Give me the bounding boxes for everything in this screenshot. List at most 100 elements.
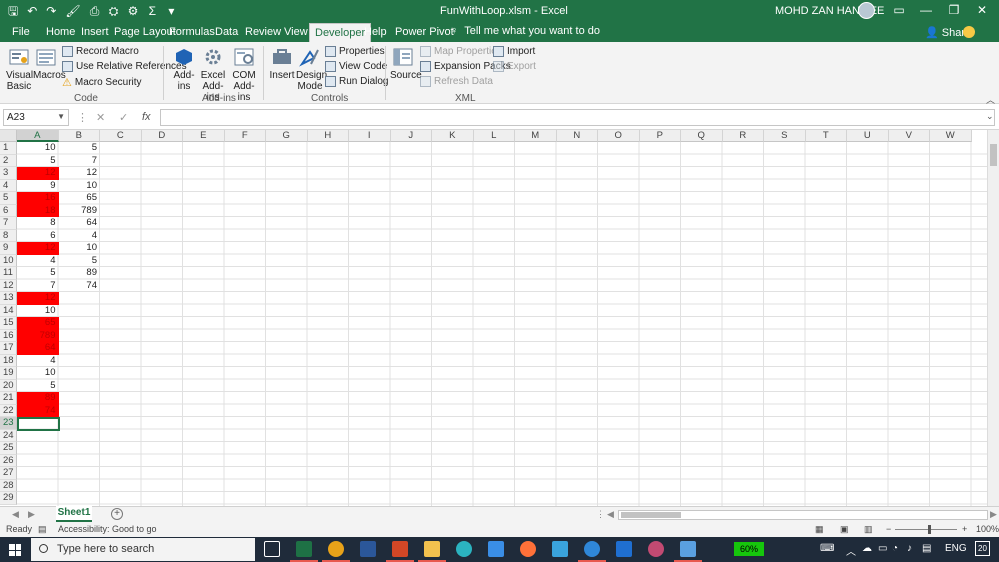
battery-indicator[interactable]: 60%	[734, 542, 764, 556]
column-header-p[interactable]: P	[639, 130, 681, 142]
tab-file[interactable]: File	[12, 26, 30, 38]
record-macro-button[interactable]: Record Macro	[62, 46, 139, 57]
column-header-c[interactable]: C	[100, 130, 142, 142]
tab-data[interactable]: Data	[215, 26, 238, 38]
cell-b10[interactable]: 5	[59, 255, 101, 268]
powerpoint-app-icon[interactable]	[386, 541, 414, 562]
cell-a21[interactable]: 89	[17, 392, 59, 405]
cell-a20[interactable]: 5	[17, 380, 59, 393]
cell-a15[interactable]: 65	[17, 317, 59, 330]
cell-a12[interactable]: 7	[17, 280, 59, 293]
column-header-f[interactable]: F	[224, 130, 266, 142]
cell-a3[interactable]: 12	[17, 167, 59, 180]
expand-formula-icon[interactable]: ⌄	[986, 111, 994, 122]
row-header-28[interactable]: 28	[0, 479, 17, 492]
more-options-icon[interactable]: ⋮	[77, 111, 88, 124]
cell-b9[interactable]: 10	[59, 242, 101, 255]
ribbon-display-options-icon[interactable]: ▭	[888, 3, 910, 17]
tab-view[interactable]: View	[284, 26, 308, 38]
tab-power-pivot[interactable]: Power Pivot	[395, 26, 454, 38]
cell-a22[interactable]: 74	[17, 404, 59, 417]
run-dialog-button[interactable]: Run Dialog	[325, 76, 388, 87]
chrome-app-icon[interactable]	[322, 541, 350, 562]
macro-recording-icon[interactable]: ▤	[38, 524, 47, 535]
cell-a9[interactable]: 12	[17, 242, 59, 255]
cancel-icon[interactable]: ✕	[96, 111, 105, 124]
row-header-2[interactable]: 2	[0, 154, 17, 167]
undo-icon[interactable]: ↶	[27, 3, 37, 19]
insert-function-icon[interactable]: fx	[142, 111, 151, 123]
use-relative-references-button[interactable]: Use Relative References	[62, 61, 187, 72]
column-header-b[interactable]: B	[58, 130, 100, 142]
active-cell-a23[interactable]	[17, 417, 60, 431]
row-header-1[interactable]: 1	[0, 142, 17, 155]
cell-a18[interactable]: 4	[17, 355, 59, 368]
cells-area[interactable]	[17, 142, 987, 506]
map-properties-button[interactable]: Map Properties	[420, 46, 502, 57]
word-app-icon[interactable]	[360, 541, 376, 557]
horizontal-scroll-thumb[interactable]	[621, 512, 681, 518]
cell-b6[interactable]: 789	[59, 205, 101, 218]
row-header-5[interactable]: 5	[0, 192, 17, 205]
scroll-left-icon[interactable]: ◀	[607, 509, 614, 520]
row-header-3[interactable]: 3	[0, 167, 17, 180]
accessibility-status[interactable]: Accessibility: Good to go	[58, 524, 157, 534]
properties-button[interactable]: Properties	[325, 46, 385, 57]
tab-help[interactable]: Help	[364, 26, 387, 38]
formula-input[interactable]	[160, 109, 995, 126]
insert-control-button[interactable]: Insert	[269, 46, 295, 81]
source-button[interactable]: Source	[390, 46, 422, 81]
cell-a5[interactable]: 16	[17, 192, 59, 205]
tab-review[interactable]: Review	[245, 26, 281, 38]
tab-split-handle[interactable]: ⋮	[596, 509, 605, 520]
page-break-view-icon[interactable]: ▥	[864, 524, 873, 535]
cell-b8[interactable]: 4	[59, 230, 101, 243]
cell-a10[interactable]: 4	[17, 255, 59, 268]
cell-b2[interactable]: 7	[59, 155, 101, 168]
next-sheet-icon[interactable]: ▶	[28, 509, 35, 520]
column-header-g[interactable]: G	[266, 130, 308, 142]
column-header-a[interactable]: A	[17, 130, 59, 142]
column-header-w[interactable]: W	[930, 130, 972, 142]
row-header-22[interactable]: 22	[0, 404, 17, 417]
tab-home[interactable]: Home	[46, 26, 75, 38]
column-header-d[interactable]: D	[141, 130, 183, 142]
zoom-in-icon[interactable]: +	[962, 524, 967, 534]
import-button[interactable]: Import	[493, 46, 535, 57]
taskbar-search[interactable]: Type here to search	[31, 538, 255, 561]
enter-icon[interactable]: ✓	[119, 111, 128, 124]
excel-app-icon[interactable]	[290, 541, 318, 562]
feedback-smiley-icon[interactable]	[963, 26, 975, 38]
visual-basic-button[interactable]: Visual Basic	[6, 46, 33, 92]
column-header-s[interactable]: S	[764, 130, 806, 142]
network-icon[interactable]: ◔	[892, 543, 898, 554]
add-ins-button[interactable]: Add- ins	[171, 46, 197, 92]
vba-icon[interactable]: ⚙	[128, 3, 139, 19]
row-header-29[interactable]: 29	[0, 492, 17, 505]
tell-me-search[interactable]: ♀ Tell me what you want to do	[450, 25, 600, 37]
cell-a7[interactable]: 8	[17, 217, 59, 230]
row-header-7[interactable]: 7	[0, 217, 17, 230]
l-app-icon[interactable]	[552, 541, 568, 557]
zoom-out-icon[interactable]: −	[886, 524, 891, 534]
zoom-level[interactable]: 100%	[976, 524, 999, 534]
avatar[interactable]	[858, 2, 875, 19]
vertical-scroll-thumb[interactable]	[990, 144, 997, 166]
cell-a11[interactable]: 5	[17, 267, 59, 280]
column-header-l[interactable]: L	[473, 130, 515, 142]
row-header-19[interactable]: 19	[0, 367, 17, 380]
design-mode-button[interactable]: Design Mode	[296, 46, 327, 92]
snipping-tool-icon[interactable]	[648, 541, 664, 557]
onedrive-icon[interactable]: ☁	[862, 543, 872, 554]
worksheet-grid[interactable]: A B C D E F G H I J K L M N O P Q R S T U V W 1 2 3 4 5 6 7 8 9 10 11 12 13…	[0, 130, 999, 506]
tree-icon[interactable]: ⛭	[109, 3, 119, 19]
cell-a6[interactable]: 18	[17, 204, 59, 217]
edge-app-icon[interactable]	[456, 541, 472, 557]
tab-developer[interactable]: Developer	[309, 23, 372, 42]
macros-button[interactable]: Macros	[33, 46, 66, 81]
cell-a13[interactable]: 12	[17, 292, 59, 305]
cell-a8[interactable]: 6	[17, 230, 59, 243]
file-explorer-icon[interactable]	[418, 541, 446, 562]
column-header-r[interactable]: R	[722, 130, 764, 142]
autosum-icon[interactable]: Σ	[147, 3, 157, 19]
